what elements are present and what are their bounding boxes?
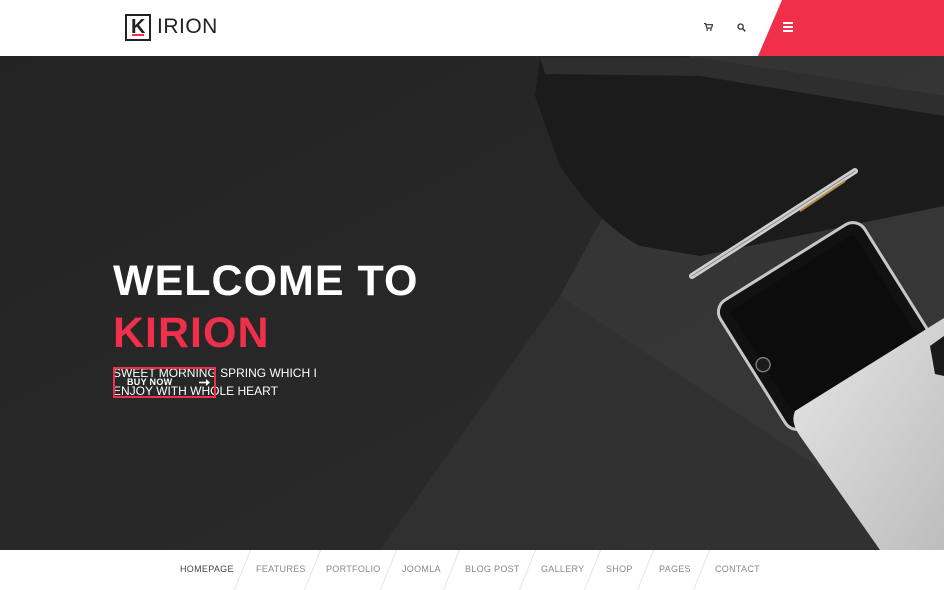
nav-item-pages[interactable]: PAGES — [659, 564, 691, 574]
nav-item-blog-post[interactable]: BLOG POST — [465, 564, 520, 574]
logo-mark: K — [125, 13, 151, 41]
logo-text: IRION — [157, 15, 218, 38]
nav-separator — [583, 550, 602, 590]
logo[interactable]: K IRION — [125, 13, 218, 41]
nav-separator — [518, 550, 537, 590]
nav-separator — [636, 550, 655, 590]
logo-accent-bar — [132, 33, 144, 36]
nav-item-portfolio[interactable]: PORTFOLIO — [326, 564, 381, 574]
site-header: K IRION — [0, 0, 944, 56]
hero-section: WELCOME TO KIRION SWEET MORNING SPRING W… — [0, 56, 944, 550]
bottom-navigation: HOMEPAGE FEATURES PORTFOLIO JOOMLA BLOG … — [0, 550, 944, 590]
buy-now-button[interactable]: BUY NOW — [113, 367, 216, 398]
nav-separator — [379, 550, 398, 590]
nav-separator — [442, 550, 461, 590]
nav-separator — [303, 550, 322, 590]
nav-separator — [692, 550, 711, 590]
arrow-right-icon — [199, 379, 210, 386]
nav-item-joomla[interactable]: JOOMLA — [402, 564, 441, 574]
nav-separator — [233, 550, 252, 590]
search-icon[interactable] — [734, 20, 748, 34]
nav-item-homepage[interactable]: HOMEPAGE — [180, 564, 234, 574]
nav-item-contact[interactable]: CONTACT — [715, 564, 760, 574]
hero-title-line-1: WELCOME TO — [113, 257, 419, 305]
nav-item-gallery[interactable]: GALLERY — [541, 564, 584, 574]
hamburger-menu-icon[interactable] — [783, 22, 793, 32]
nav-item-features[interactable]: FEATURES — [256, 564, 306, 574]
buy-now-label: BUY NOW — [127, 377, 173, 387]
hero-title-line-2: KIRION — [113, 309, 270, 357]
cart-icon[interactable] — [701, 20, 715, 34]
nav-item-shop[interactable]: SHOP — [606, 564, 633, 574]
